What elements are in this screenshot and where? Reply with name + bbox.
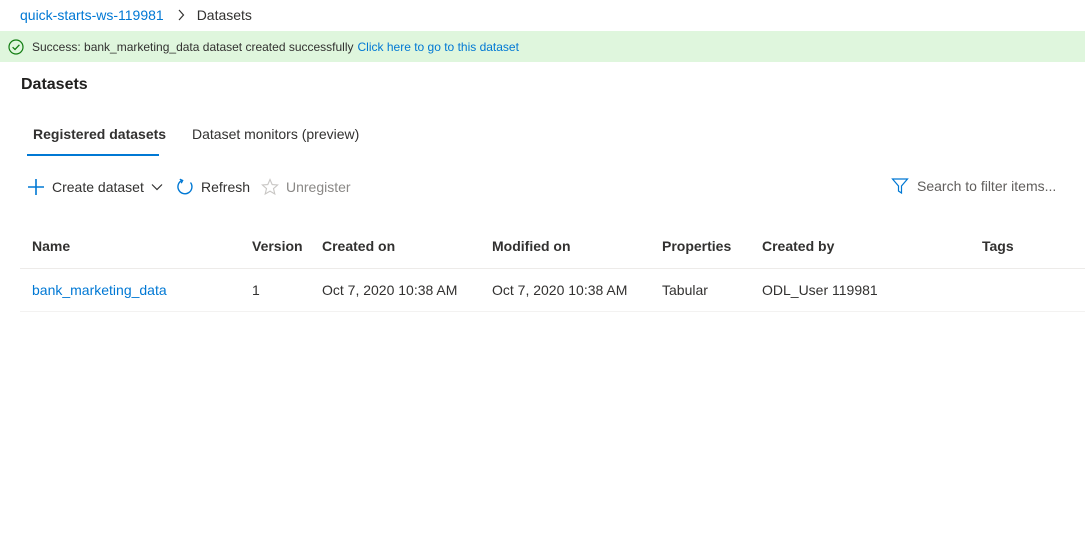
refresh-icon bbox=[176, 178, 194, 196]
unregister-button[interactable]: Unregister bbox=[261, 176, 351, 198]
column-header-properties[interactable]: Properties bbox=[662, 238, 731, 254]
banner-message: Success: bank_marketing_data dataset cre… bbox=[32, 39, 354, 54]
page-title: Datasets bbox=[21, 76, 88, 93]
success-check-icon bbox=[8, 38, 24, 55]
dataset-name-link[interactable]: bank_marketing_data bbox=[32, 282, 167, 298]
tab-dataset-monitors[interactable]: Dataset monitors (preview) bbox=[192, 126, 359, 142]
column-header-name[interactable]: Name bbox=[32, 238, 70, 254]
cell-created-by: ODL_User 119981 bbox=[762, 282, 878, 298]
refresh-button[interactable]: Refresh bbox=[176, 176, 250, 198]
breadcrumb-current: Datasets bbox=[196, 7, 252, 23]
search-placeholder: Search to filter items... bbox=[917, 178, 1057, 194]
chevron-down-icon bbox=[151, 183, 163, 191]
table-row-divider bbox=[20, 311, 1085, 312]
create-dataset-button[interactable]: Create dataset bbox=[27, 176, 163, 198]
chevron-right-icon bbox=[177, 9, 185, 21]
cell-created-on: Oct 7, 2020 10:38 AM bbox=[322, 282, 458, 298]
column-header-created-on[interactable]: Created on bbox=[322, 238, 395, 254]
unregister-label: Unregister bbox=[286, 179, 351, 195]
table-header-divider bbox=[20, 268, 1085, 269]
refresh-label: Refresh bbox=[201, 179, 251, 195]
cell-properties: Tabular bbox=[662, 282, 708, 298]
column-header-modified-on[interactable]: Modified on bbox=[492, 238, 571, 254]
star-icon bbox=[261, 178, 279, 196]
tab-registered-datasets[interactable]: Registered datasets bbox=[33, 126, 166, 142]
filter-icon bbox=[891, 177, 909, 195]
success-banner: Success: bank_marketing_data dataset cre… bbox=[0, 31, 1085, 62]
create-dataset-label: Create dataset bbox=[52, 179, 144, 195]
plus-icon bbox=[27, 178, 45, 196]
banner-dataset-link[interactable]: Click here to go to this dataset bbox=[358, 40, 519, 54]
breadcrumb-workspace-link[interactable]: quick-starts-ws-119981 bbox=[20, 7, 164, 23]
active-tab-indicator bbox=[27, 154, 159, 156]
cell-version: 1 bbox=[252, 282, 260, 298]
column-header-tags[interactable]: Tags bbox=[982, 238, 1014, 254]
breadcrumb: quick-starts-ws-119981 Datasets bbox=[20, 6, 252, 24]
cell-modified-on: Oct 7, 2020 10:38 AM bbox=[492, 282, 628, 298]
search-filter-input[interactable]: Search to filter items... bbox=[891, 175, 1056, 197]
column-header-created-by[interactable]: Created by bbox=[762, 238, 834, 254]
column-header-version[interactable]: Version bbox=[252, 238, 303, 254]
